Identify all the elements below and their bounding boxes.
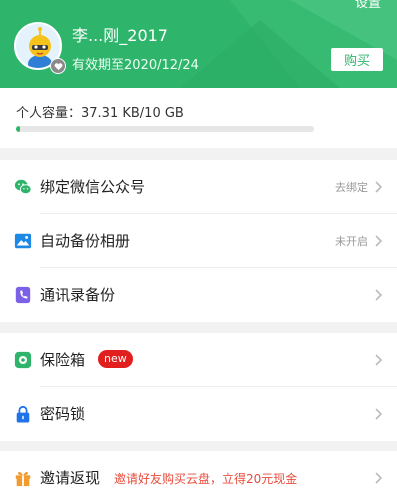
chevron-right-icon <box>375 408 383 420</box>
chevron-right-icon <box>375 235 383 247</box>
menu-item-label: 自动备份相册 <box>40 232 131 250</box>
bind-status: 去绑定 <box>335 181 368 194</box>
chevron-right-icon <box>375 181 383 193</box>
chevron-right-icon <box>375 354 383 366</box>
buy-button[interactable]: 购买 <box>331 48 383 71</box>
username: 李...刚_2017 <box>72 26 168 45</box>
gift-icon <box>15 471 31 487</box>
storage-capacity-label: 个人容量：37.31 KB/10 GB <box>16 106 184 121</box>
chevron-right-icon <box>375 289 383 301</box>
storage-progress-fill <box>16 126 21 132</box>
new-badge: new <box>98 350 133 368</box>
invite-promo-text: 邀请好友购买云盘，立得20元现金 <box>114 472 298 486</box>
menu-item-invite-cashback[interactable]: 邀请返现 邀请好友购买云盘，立得20元现金 <box>0 451 397 500</box>
menu-item-auto-backup-album[interactable]: 自动备份相册 未开启 <box>0 214 397 268</box>
menu-item-safe-box[interactable]: 保险箱 new <box>0 333 397 387</box>
menu-item-bind-wechat[interactable]: 绑定微信公众号 去绑定 <box>0 160 397 214</box>
storage-progress-bar <box>16 126 314 132</box>
menu-item-label: 邀请返现 <box>40 469 101 487</box>
menu-item-label: 绑定微信公众号 <box>40 178 146 196</box>
membership-expiry: 有效期至2020/12/24 <box>72 58 199 73</box>
account-header: 设置 李...刚_2017 有效期至2020/12/24 购买 <box>0 0 397 88</box>
menu-item-password-lock[interactable]: 密码锁 <box>0 387 397 441</box>
backup-status: 未开启 <box>335 235 368 248</box>
storage-capacity-panel: 个人容量：37.31 KB/10 GB <box>0 88 397 148</box>
lock-icon <box>16 405 30 423</box>
menu-item-label: 通讯录备份 <box>40 286 116 304</box>
wechat-icon <box>14 179 32 195</box>
menu-item-label: 保险箱 <box>40 351 86 369</box>
contacts-book-icon <box>15 286 31 304</box>
menu-item-label: 密码锁 <box>40 405 86 423</box>
photo-icon <box>14 233 32 249</box>
chevron-right-icon <box>375 472 383 484</box>
safe-box-icon <box>14 351 32 369</box>
vip-heart-icon <box>50 58 66 74</box>
settings-button[interactable]: 设置 <box>355 0 381 11</box>
menu-item-contacts-backup[interactable]: 通讯录备份 <box>0 268 397 322</box>
